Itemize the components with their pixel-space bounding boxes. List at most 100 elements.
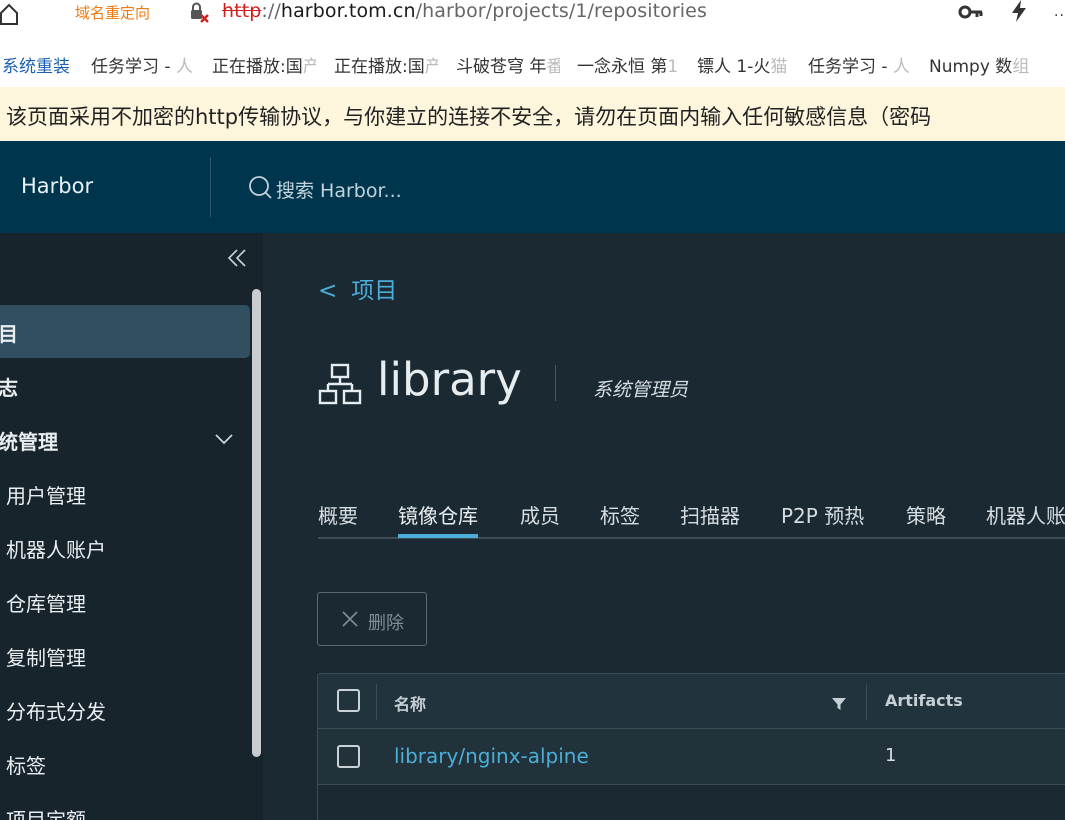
bookmark-label-fade: 人 — [892, 57, 910, 77]
close-icon — [342, 611, 358, 627]
bookmark-item[interactable]: 正在播放:国产 — [334, 52, 438, 77]
sidebar-item-project-quotas[interactable]: 项目定额 — [0, 791, 250, 820]
url-path: /harbor/projects/1/repositories — [415, 0, 707, 22]
project-icon — [318, 363, 362, 405]
bookmarks-bar: 系统重装 任务学习 - 人 正在播放:国产 正在播放:国产 斗破苍穹 年番 一念… — [0, 42, 1065, 80]
app-title[interactable]: Harbor — [21, 174, 93, 198]
sidebar-item-registries[interactable]: 仓库管理 — [0, 575, 250, 628]
bookmark-label: 正在播放:国 — [334, 57, 425, 77]
tab-repositories[interactable]: 镜像仓库 — [398, 500, 478, 538]
url-field[interactable]: http://harbor.tom.cn/harbor/projects/1/r… — [222, 0, 707, 22]
tab-policy[interactable]: 策略 — [906, 500, 946, 538]
sidebar-item-labels[interactable]: 标签 — [0, 737, 250, 790]
sidebar-item-label: 目 — [0, 322, 18, 346]
delete-button[interactable]: 删除 — [317, 592, 427, 646]
more-icon[interactable]: ·· — [1054, 8, 1065, 24]
redirect-label: 域名重定向 — [75, 4, 151, 22]
table-row: library/nginx-alpine 1 — [318, 729, 1065, 785]
bookmark-label: 系统重装 — [2, 57, 70, 77]
insecure-lock-icon[interactable] — [188, 1, 212, 25]
sidebar-item-system-admin[interactable]: 统管理 — [0, 413, 250, 466]
url-separator: :// — [261, 0, 281, 22]
sidebar-item-label: 统管理 — [0, 430, 58, 454]
select-all-checkbox[interactable] — [337, 689, 360, 712]
header-divider — [210, 157, 211, 217]
column-separator — [866, 684, 867, 720]
address-bar: 域名重定向 http://harbor.tom.cn/harbor/projec… — [0, 0, 1065, 33]
sidebar-item-replications[interactable]: 复制管理 — [0, 629, 250, 682]
sidebar: 目 志 统管理 用户管理 机器人账户 仓库管理 复制管理 分布式分发 标签 项目… — [0, 233, 263, 820]
sidebar-item-label: 复制管理 — [6, 646, 86, 670]
sidebar-item-users[interactable]: 用户管理 — [0, 467, 250, 520]
bookmark-label: Numpy 数 — [929, 57, 1013, 77]
bookmark-label-fade: 番 — [546, 57, 560, 77]
insecure-warning-bar: 该页面采用不加密的http传输协议，与你建立的连接不安全，请勿在页面内输入任何敏… — [0, 87, 1065, 141]
bookmark-item[interactable]: 系统重装 — [2, 52, 70, 77]
sidebar-item-logs[interactable]: 志 — [0, 359, 250, 412]
main-content: < 项目 library 系统管理员 概要 镜像仓库 成员 标签 扫描器 P2P … — [263, 233, 1065, 820]
bookmark-label-fade: 1 — [667, 57, 679, 77]
bookmark-item[interactable]: 正在播放:国产 — [212, 52, 316, 77]
table-header: 名称 Artifacts — [318, 674, 1065, 729]
bookmark-item[interactable]: 一念永恒 第1 — [577, 52, 681, 77]
tab-robot-accounts[interactable]: 机器人账 — [986, 500, 1065, 538]
lightning-icon[interactable] — [1010, 0, 1028, 22]
column-header-artifacts[interactable]: Artifacts — [885, 691, 963, 710]
warning-text: 该页面采用不加密的http传输协议，与你建立的连接不安全，请勿在页面内输入任何敏… — [6, 105, 932, 129]
bookmark-item[interactable]: 斗破苍穹 年番 — [456, 52, 560, 77]
bookmark-label: 斗破苍穹 年 — [456, 57, 547, 77]
tab-summary[interactable]: 概要 — [318, 500, 358, 538]
delete-button-label: 删除 — [368, 613, 404, 634]
key-icon[interactable] — [958, 4, 984, 20]
home-icon[interactable] — [0, 2, 20, 26]
sidebar-item-distributions[interactable]: 分布式分发 — [0, 683, 250, 736]
bookmark-label: 任务学习 - — [808, 57, 893, 77]
column-separator — [376, 684, 377, 720]
sidebar-item-label: 志 — [0, 376, 18, 400]
sidebar-item-robot-accounts[interactable]: 机器人账户 — [0, 521, 250, 574]
bookmark-item[interactable]: Numpy 数组 — [929, 52, 1033, 77]
app-header: Harbor 搜索 Harbor... — [0, 141, 1065, 233]
bookmark-label: 镖人 1-火 — [697, 57, 771, 77]
sidebar-item-label: 标签 — [6, 754, 46, 778]
chrome-spacer — [0, 33, 1065, 42]
sidebar-item-projects[interactable]: 目 — [0, 305, 250, 358]
title-divider — [555, 365, 556, 401]
filter-icon[interactable] — [831, 696, 847, 712]
sidebar-item-label: 分布式分发 — [6, 700, 106, 724]
search-input[interactable]: 搜索 Harbor... — [276, 176, 402, 203]
sidebar-item-label: 仓库管理 — [6, 592, 86, 616]
artifacts-count: 1 — [885, 745, 897, 766]
back-link-label: 项目 — [351, 278, 398, 304]
bookmark-label: 正在播放:国 — [212, 57, 303, 77]
sidebar-scrollbar[interactable] — [252, 289, 261, 757]
column-header-name[interactable]: 名称 — [394, 691, 426, 715]
url-protocol: http — [222, 0, 262, 22]
double-chevron-left-icon[interactable] — [226, 247, 248, 269]
project-tabs: 概要 镜像仓库 成员 标签 扫描器 P2P 预热 策略 机器人账 — [318, 495, 1065, 539]
chevron-down-icon[interactable] — [214, 431, 234, 447]
url-host: harbor.tom.cn — [280, 0, 416, 22]
tab-scanner[interactable]: 扫描器 — [680, 500, 740, 538]
bookmark-item[interactable]: 任务学习 - 人 — [91, 52, 196, 77]
bookmark-label-fade: 猫 — [770, 57, 788, 77]
sidebar-item-label: 用户管理 — [6, 484, 86, 508]
sidebar-item-label: 项目定额 — [6, 808, 86, 820]
page-title: library — [377, 353, 522, 406]
tab-members[interactable]: 成员 — [520, 500, 560, 538]
tab-labels[interactable]: 标签 — [600, 500, 640, 538]
repositories-table: 名称 Artifacts library/nginx-alpine 1 — [317, 673, 1065, 820]
sidebar-item-label: 机器人账户 — [6, 538, 106, 562]
search-icon[interactable] — [248, 175, 272, 199]
back-to-projects-link[interactable]: < 项目 — [318, 271, 397, 305]
bookmark-label: 任务学习 - — [91, 57, 176, 77]
repository-link[interactable]: library/nginx-alpine — [394, 744, 589, 768]
bookmark-label-fade: 产 — [302, 57, 316, 77]
chevron-left-icon: < — [318, 278, 338, 304]
tab-p2p-preheat[interactable]: P2P 预热 — [781, 500, 864, 538]
bookmark-item[interactable]: 镖人 1-火猫 — [697, 52, 791, 77]
bookmark-item[interactable]: 任务学习 - 人 — [808, 52, 913, 77]
bookmark-label-fade: 产 — [424, 57, 438, 77]
role-label: 系统管理员 — [593, 379, 689, 401]
row-checkbox[interactable] — [337, 745, 360, 768]
